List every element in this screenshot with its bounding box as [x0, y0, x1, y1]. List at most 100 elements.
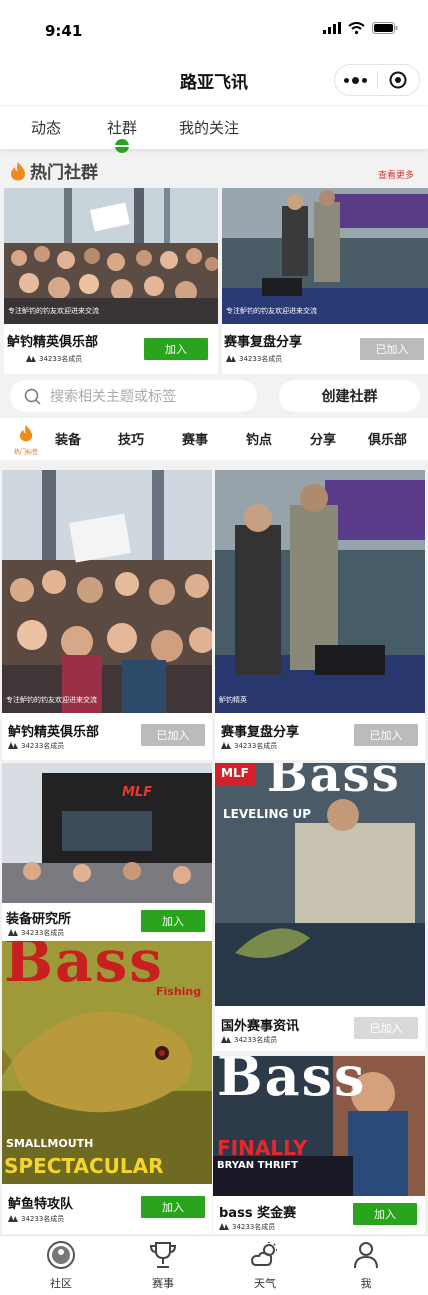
- tab-following[interactable]: 我的关注: [179, 117, 239, 138]
- battery-icon: [372, 22, 398, 34]
- grid-card-fishing-elite[interactable]: 专注鲈钓的钓友欢迎进来交流 鲈钓精英俱乐部 34233名成员 已加入: [2, 470, 212, 760]
- tabbar-me[interactable]: 我: [336, 1241, 396, 1291]
- mlf-stage-brand: MLF: [122, 785, 153, 800]
- flame-icon: [19, 425, 33, 442]
- category-bar: 热门标签 装备 技巧 赛事 钓点 分享 俱乐部: [0, 418, 428, 460]
- group-icon: [226, 355, 236, 362]
- grid-card-bass-prize[interactable]: Bass FINALLY BRYAN THRIFT bass 奖金赛 34233…: [213, 1056, 425, 1234]
- community-icon: [47, 1241, 75, 1269]
- joined-button[interactable]: 已加入: [354, 724, 418, 746]
- joined-button[interactable]: 已加入: [141, 724, 205, 746]
- card-caption: 专注鲈钓的钓友欢迎进来交流: [8, 307, 99, 315]
- category-club[interactable]: 俱乐部: [368, 429, 407, 448]
- signal-icon: [323, 22, 341, 34]
- card-title: 国外赛事资讯: [221, 1019, 300, 1034]
- leveling-up-headline: LEVELING UP: [223, 807, 312, 821]
- search-placeholder: 搜索相关主题或标签: [50, 389, 176, 405]
- tabbar-match[interactable]: 赛事: [133, 1241, 193, 1291]
- bass-title: Bass: [267, 763, 401, 803]
- hot-tags-label: 热门标签: [13, 449, 38, 456]
- hot-card-fishing-elite[interactable]: 专注鲈钓的钓友欢迎进来交流 鲈钓精英俱乐部 34233名成员 加入: [4, 188, 218, 374]
- member-count: 34233名成员: [226, 354, 282, 364]
- crowd-photo: 专注鲈钓的钓友欢迎进来交流: [2, 470, 212, 713]
- user-icon: [354, 1242, 378, 1269]
- bryan-thrift-headline: BRYAN THRIFT: [217, 1160, 298, 1171]
- joined-button[interactable]: 已加入: [354, 1017, 418, 1039]
- bottom-tab-bar: 社区 赛事 天气 我: [0, 1235, 428, 1295]
- weather-icon: [250, 1242, 277, 1266]
- mini-program-capsule: [334, 64, 420, 96]
- category-share[interactable]: 分享: [310, 429, 336, 448]
- bass-magazine-cover: MLF Bass LEVELING UP: [215, 763, 425, 1006]
- more-icon[interactable]: [335, 76, 377, 84]
- card-title: 鲈钓精英俱乐部: [7, 335, 99, 350]
- tabbar-weather[interactable]: 天气: [235, 1241, 295, 1291]
- member-count: 34233名成员: [8, 741, 64, 751]
- tab-community[interactable]: 社群: [107, 117, 137, 138]
- group-icon: [221, 1036, 231, 1043]
- join-button[interactable]: 加入: [353, 1203, 417, 1225]
- hot-section-header: 热门社群: [10, 158, 98, 183]
- hot-card-match-review[interactable]: 专注鲈钓的钓友欢迎进来交流 赛事复盘分享 34233名成员 已加入: [222, 188, 428, 374]
- card-title: 赛事复盘分享: [224, 335, 303, 350]
- grid-card-match-review[interactable]: 鲈钓精英 赛事复盘分享 34233名成员 已加入: [215, 470, 425, 760]
- grid-card-gear-lab[interactable]: MLF 装备研究所 34233名成员 加入: [2, 763, 212, 941]
- join-button[interactable]: 加入: [141, 910, 205, 932]
- hot-section-title: 热门社群: [30, 163, 98, 183]
- close-target-icon[interactable]: [378, 71, 420, 89]
- trophy-icon: [149, 1242, 177, 1268]
- status-bar: 9:41: [0, 0, 428, 60]
- search-icon: [24, 388, 41, 405]
- search-input[interactable]: 搜索相关主题或标签: [10, 380, 257, 412]
- angler-boat-photo: 鲈钓精英: [215, 470, 425, 713]
- bass-cover-photo: Bass FINALLY BRYAN THRIFT: [213, 1056, 425, 1196]
- crowd-photo: 专注鲈钓的钓友欢迎进来交流: [4, 188, 218, 324]
- tabbar-community[interactable]: 社区: [31, 1241, 91, 1291]
- category-technique[interactable]: 技巧: [118, 429, 144, 448]
- card-caption: 专注鲈钓的钓友欢迎进来交流: [6, 696, 97, 704]
- grid-card-intl-news[interactable]: MLF Bass LEVELING UP 国外赛事资讯 34233名成员 已加入: [215, 763, 425, 1051]
- category-gear[interactable]: 装备: [55, 429, 81, 448]
- tabbar-label: 社区: [50, 1277, 72, 1290]
- status-time: 9:41: [45, 22, 83, 40]
- card-title: 赛事复盘分享: [221, 725, 300, 740]
- group-icon: [8, 742, 18, 749]
- active-tab-indicator: [115, 139, 129, 153]
- tabbar-label: 我: [360, 1277, 372, 1290]
- join-button[interactable]: 加入: [141, 1196, 205, 1218]
- join-button[interactable]: 加入: [144, 338, 208, 360]
- hot-tags-button[interactable]: 热门标签: [10, 424, 42, 456]
- see-more-link[interactable]: 查看更多: [378, 168, 414, 181]
- angler-boat-photo: 专注鲈钓的钓友欢迎进来交流: [222, 188, 428, 324]
- member-count: 34233名成员: [221, 1035, 277, 1045]
- card-title: 鲈钓精英俱乐部: [8, 725, 100, 740]
- card-caption: 专注鲈钓的钓友欢迎进来交流: [226, 307, 317, 315]
- tab-dynamics[interactable]: 动态: [31, 117, 61, 138]
- group-icon: [8, 1215, 18, 1222]
- category-match[interactable]: 赛事: [182, 429, 208, 448]
- create-community-button[interactable]: 创建社群: [279, 380, 420, 412]
- bass-title: Bass: [4, 941, 164, 995]
- member-count: 34233名成员: [219, 1222, 275, 1232]
- stage-photo: MLF: [2, 763, 212, 903]
- fishing-subtitle: Fishing: [156, 985, 202, 998]
- group-icon: [26, 355, 36, 362]
- top-tabs: 动态 社群 我的关注: [0, 106, 428, 153]
- group-icon: [8, 929, 18, 936]
- flame-icon: [11, 161, 25, 180]
- group-icon: [219, 1223, 229, 1230]
- category-spot[interactable]: 钓点: [246, 429, 272, 448]
- nav-bar: 路亚飞讯: [0, 60, 428, 105]
- card-caption: 鲈钓精英: [219, 696, 247, 704]
- status-icons: [323, 22, 398, 34]
- member-count: 34233名成员: [26, 354, 82, 364]
- wifi-icon: [348, 22, 365, 34]
- card-title: 装备研究所: [6, 912, 72, 927]
- bass-title: Bass: [217, 1056, 367, 1108]
- card-title: bass 奖金赛: [219, 1206, 297, 1221]
- grid-card-bass-squad[interactable]: Bass Fishing SMALLMOUTH SPECTACULAR 鲈鱼特攻…: [2, 941, 212, 1234]
- joined-button[interactable]: 已加入: [360, 338, 424, 360]
- card-title: 鲈鱼特攻队: [8, 1197, 74, 1212]
- smallmouth-headline: SMALLMOUTH: [6, 1137, 94, 1150]
- member-count: 34233名成员: [8, 928, 64, 938]
